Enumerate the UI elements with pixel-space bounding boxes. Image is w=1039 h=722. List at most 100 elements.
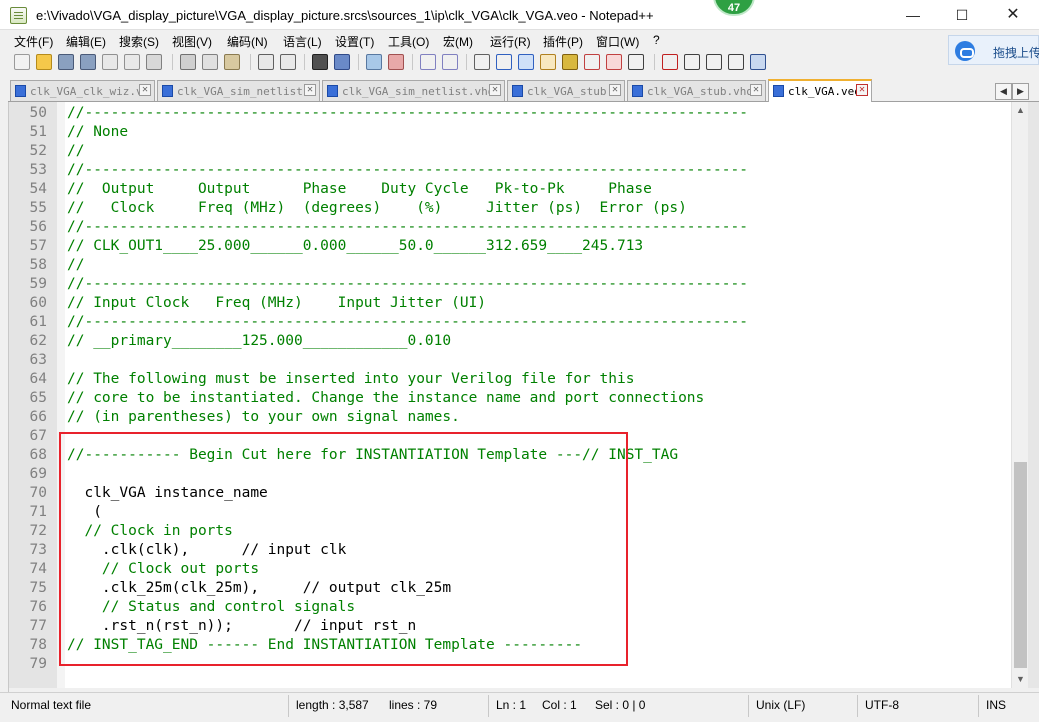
menu-view[interactable]: 视图(V) (172, 33, 212, 50)
code-line[interactable]: 55 // Clock Freq (MHz) (degrees) (%) Jitt… (9, 199, 1011, 218)
vertical-scrollbar[interactable]: ▲ ▼ (1011, 102, 1028, 688)
tab-clk-vga-sim-netlist-v[interactable]: clk_VGA_sim_netlist.v ✕ (157, 80, 320, 101)
tab-close-icon[interactable]: ✕ (139, 84, 151, 96)
open-file-icon[interactable] (36, 54, 52, 70)
tab-clk-vga-sim-netlist-vhdl[interactable]: clk_VGA_sim_netlist.vhdl ✕ (322, 80, 505, 101)
tab-clk-vga-veo[interactable]: clk_VGA.veo ✕ (768, 79, 872, 102)
status-eol[interactable]: Unix (LF) (756, 698, 805, 712)
scroll-up-icon[interactable]: ▲ (1012, 102, 1029, 119)
code-line[interactable]: 66 // (in parentheses) to your own signal… (9, 408, 1011, 427)
menu-tools[interactable]: 工具(O) (388, 33, 429, 50)
tab-close-icon[interactable]: ✕ (609, 84, 621, 96)
code-line[interactable]: 54 // Output Output Phase Duty Cycle Pk-t… (9, 180, 1011, 199)
line-text: // None (67, 124, 129, 140)
tab-close-icon[interactable]: ✕ (750, 84, 762, 96)
show-all-characters-icon[interactable] (496, 54, 512, 70)
replace-icon[interactable] (334, 54, 350, 70)
code-line[interactable]: 61 //------------------------------------… (9, 313, 1011, 332)
line-number: 63 (29, 352, 47, 368)
monitoring-icon[interactable] (628, 54, 644, 70)
menu-file[interactable]: 文件(F) (14, 33, 53, 50)
code-line[interactable]: 50 //------------------------------------… (9, 104, 1011, 123)
line-number: 57 (29, 238, 47, 254)
close-button[interactable]: ✕ (990, 0, 1036, 30)
toolbar-separator (304, 54, 305, 70)
run-macro-multiple-icon[interactable] (728, 54, 744, 70)
notification-badge[interactable]: 47 (713, 0, 755, 16)
code-line[interactable]: 60 // Input Clock Freq (MHz) Input Jitter… (9, 294, 1011, 313)
code-line[interactable]: 57 // CLK_OUT1____25.000______0.000______… (9, 237, 1011, 256)
close-file-icon[interactable] (102, 54, 118, 70)
menu-macro[interactable]: 宏(M) (443, 33, 473, 50)
menu-run[interactable]: 运行(R) (490, 33, 531, 50)
menu-plugins[interactable]: 插件(P) (543, 33, 583, 50)
tab-label: clk_VGA_sim_netlist.v (177, 85, 317, 98)
zoom-out-icon[interactable] (388, 54, 404, 70)
indent-guide-icon[interactable] (518, 54, 534, 70)
code-line[interactable]: 51 // None (9, 123, 1011, 142)
menu-settings[interactable]: 设置(T) (335, 33, 374, 50)
cut-icon[interactable] (180, 54, 196, 70)
save-icon[interactable] (58, 54, 74, 70)
code-line[interactable]: 56 //------------------------------------… (9, 218, 1011, 237)
save-all-icon[interactable] (80, 54, 96, 70)
tab-scroll-left-icon[interactable]: ◀ (995, 83, 1012, 100)
save-macro-icon[interactable] (750, 54, 766, 70)
close-all-icon[interactable] (124, 54, 140, 70)
menu-encoding[interactable]: 编码(N) (227, 33, 268, 50)
status-insert-mode[interactable]: INS (986, 698, 1006, 712)
scrollbar-thumb[interactable] (1014, 462, 1027, 668)
baidu-upload-button[interactable]: 拖拽上传 (948, 35, 1039, 65)
copy-icon[interactable] (202, 54, 218, 70)
status-divider (857, 695, 858, 717)
code-line[interactable]: 59 //------------------------------------… (9, 275, 1011, 294)
word-wrap-icon[interactable] (474, 54, 490, 70)
status-encoding[interactable]: UTF-8 (865, 698, 899, 712)
paste-icon[interactable] (224, 54, 240, 70)
tab-clk-vga-stub-vhdl[interactable]: clk_VGA_stub.vhdl ✕ (627, 80, 766, 101)
code-line[interactable]: 62 // __primary________125.000___________… (9, 332, 1011, 351)
stop-macro-icon[interactable] (684, 54, 700, 70)
line-text: // CLK_OUT1____25.000______0.000______50… (67, 238, 644, 254)
code-line[interactable]: 53 //------------------------------------… (9, 161, 1011, 180)
folder-workspace-icon[interactable] (606, 54, 622, 70)
scroll-down-icon[interactable]: ▼ (1012, 671, 1029, 688)
tab-clk-vga-clk-wiz-v[interactable]: clk_VGA_clk_wiz.v ✕ (10, 80, 155, 101)
menu-help[interactable]: ? (653, 33, 660, 47)
menu-search[interactable]: 搜索(S) (119, 33, 159, 50)
code-line[interactable]: 52 // (9, 142, 1011, 161)
toolbar-separator (172, 54, 173, 70)
menu-edit[interactable]: 编辑(E) (66, 33, 106, 50)
tab-close-icon[interactable]: ✕ (489, 84, 501, 96)
redo-icon[interactable] (280, 54, 296, 70)
new-file-icon[interactable] (14, 54, 30, 70)
code-line[interactable]: 65 // core to be instantiated. Change the… (9, 389, 1011, 408)
menu-window[interactable]: 窗口(W) (596, 33, 639, 50)
tab-clk-vga-stub-v[interactable]: clk_VGA_stub.v ✕ (507, 80, 625, 101)
line-number: 69 (29, 466, 47, 482)
file-icon (162, 85, 173, 97)
document-map-icon[interactable] (562, 54, 578, 70)
code-line[interactable]: 58 // (9, 256, 1011, 275)
minimize-button[interactable]: — (890, 0, 936, 30)
zoom-in-icon[interactable] (366, 54, 382, 70)
sync-vertical-icon[interactable] (420, 54, 436, 70)
toolbar-separator (250, 54, 251, 70)
record-macro-icon[interactable] (662, 54, 678, 70)
menu-language[interactable]: 语言(L) (283, 33, 322, 50)
code-line[interactable]: 63 (9, 351, 1011, 370)
print-icon[interactable] (146, 54, 162, 70)
maximize-button[interactable]: ☐ (939, 0, 985, 30)
function-list-icon[interactable] (584, 54, 600, 70)
tab-close-icon[interactable]: ✕ (304, 84, 316, 96)
sync-horizontal-icon[interactable] (442, 54, 458, 70)
undo-icon[interactable] (258, 54, 274, 70)
language-icon[interactable] (540, 54, 556, 70)
tab-scroll-right-icon[interactable]: ▶ (1012, 83, 1029, 100)
play-macro-icon[interactable] (706, 54, 722, 70)
line-text: //--------------------------------------… (67, 276, 748, 292)
text-editor[interactable]: 50 //------------------------------------… (9, 102, 1011, 688)
code-line[interactable]: 64 // The following must be inserted into… (9, 370, 1011, 389)
find-icon[interactable] (312, 54, 328, 70)
tab-close-icon[interactable]: ✕ (856, 84, 868, 96)
